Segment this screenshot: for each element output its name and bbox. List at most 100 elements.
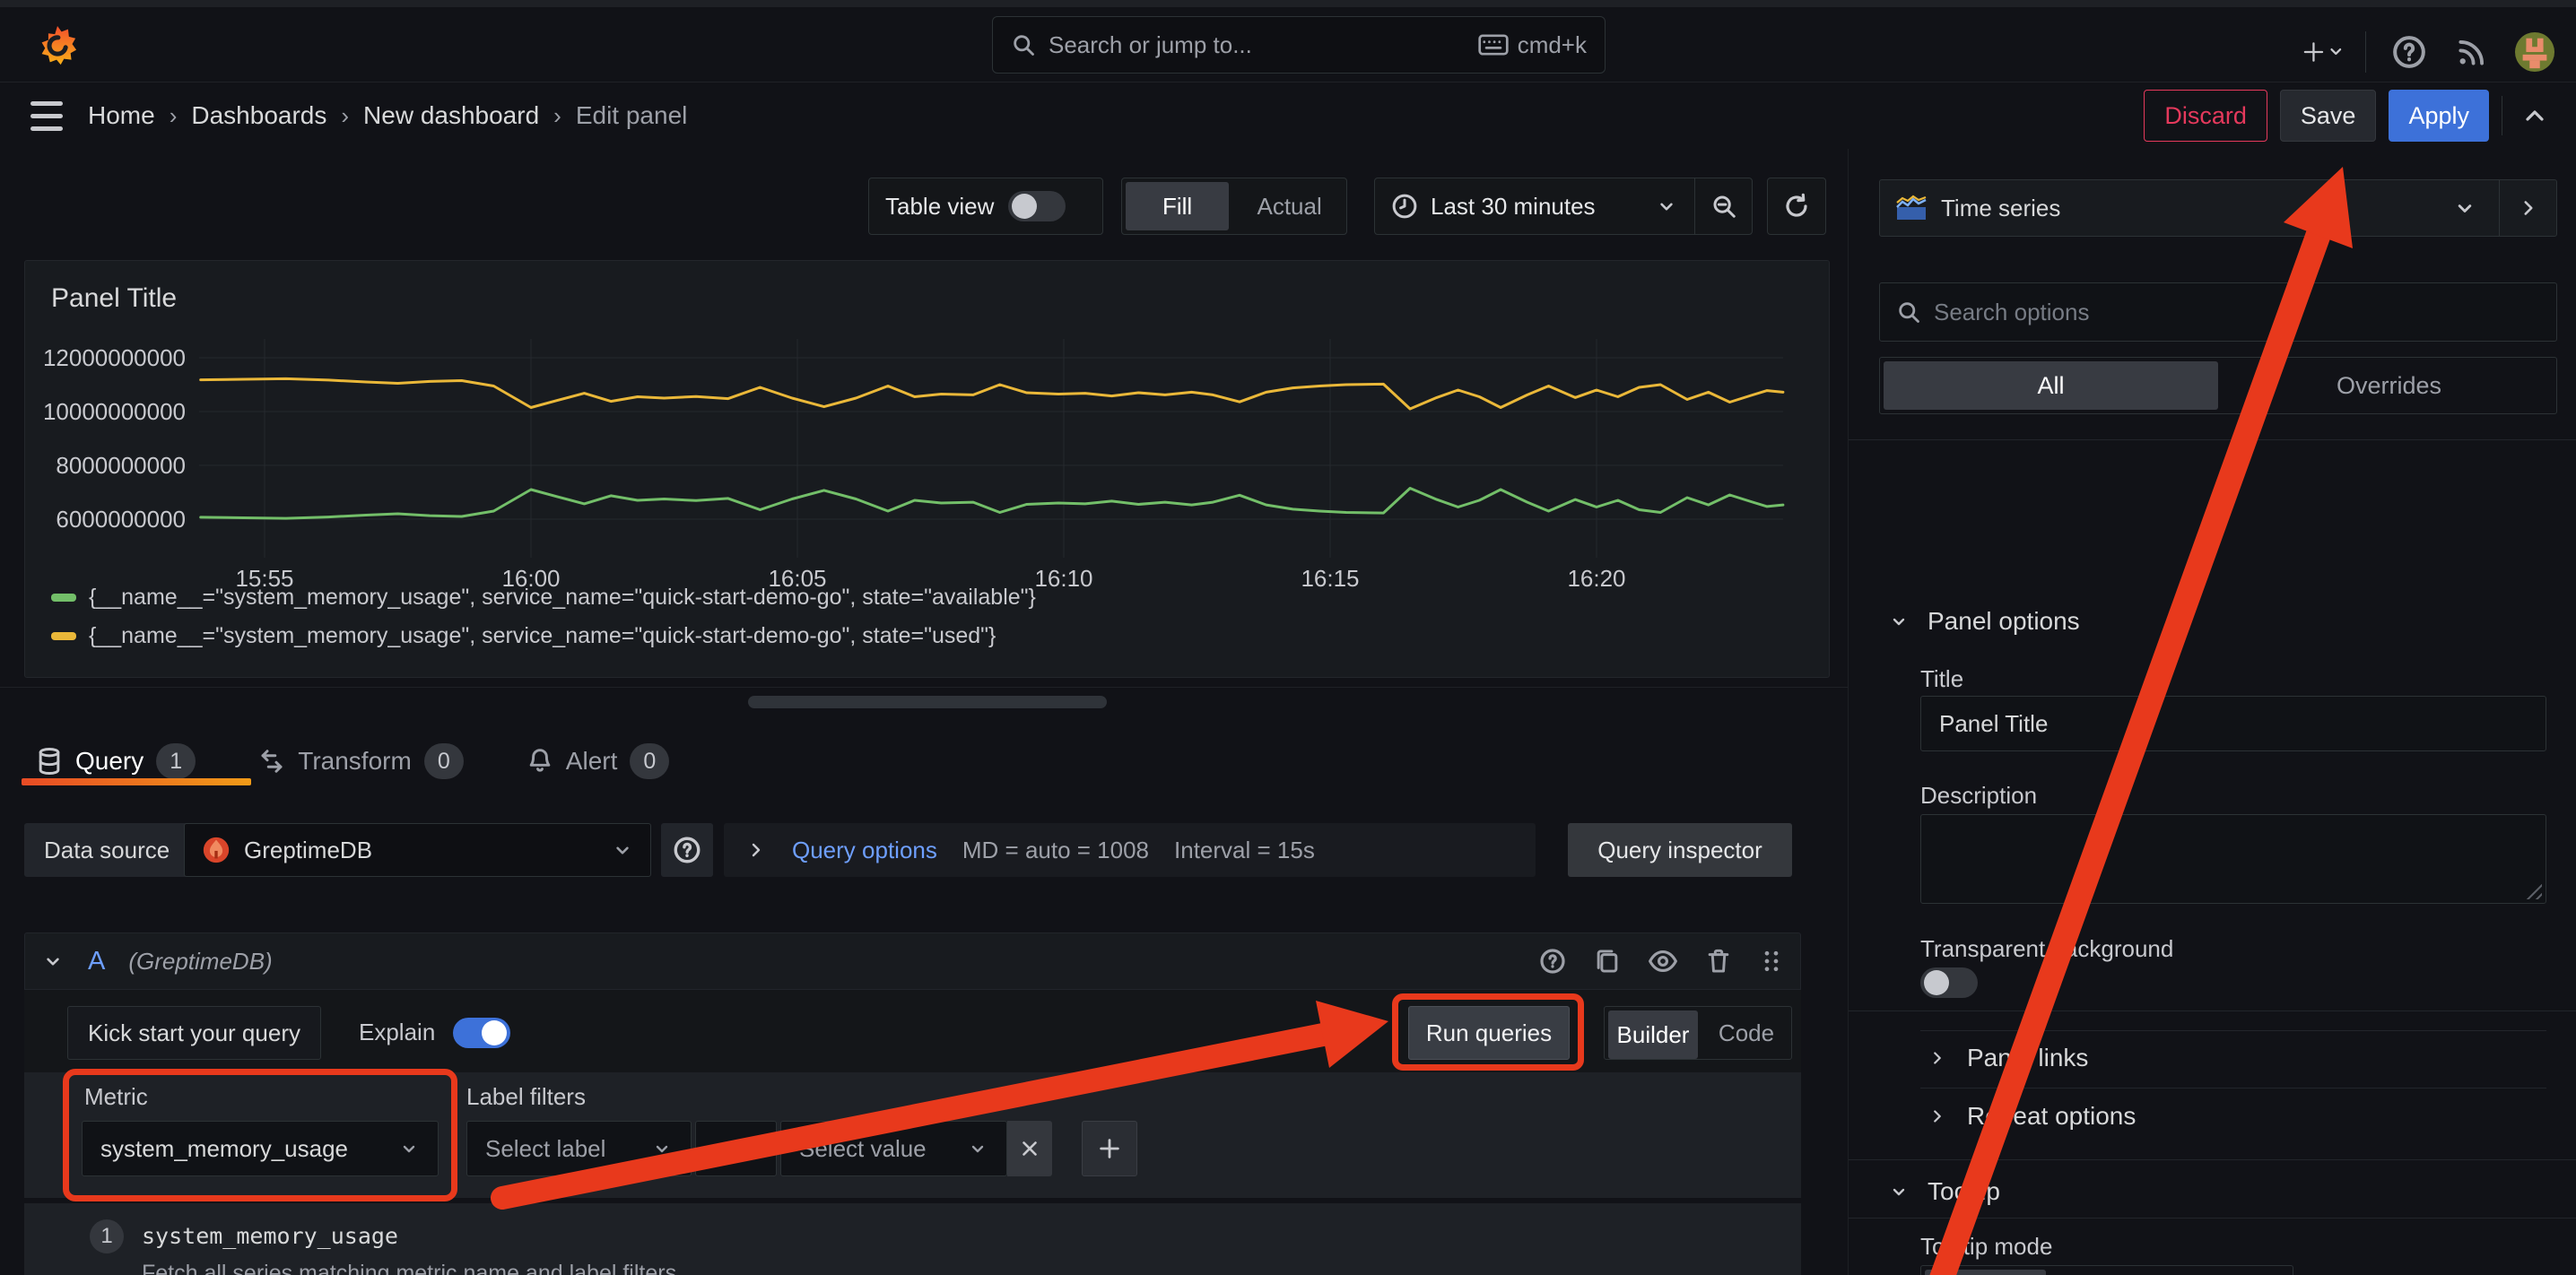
- svg-text:10000000000: 10000000000: [43, 398, 186, 425]
- remove-filter-button[interactable]: [1007, 1121, 1052, 1176]
- legend-item-available[interactable]: {__name__="system_memory_usage", service…: [51, 585, 1036, 611]
- query-options-link[interactable]: Query options: [792, 837, 937, 864]
- options-tabs: All Overrides: [1879, 357, 2557, 414]
- collapse-options-pane-button[interactable]: [2499, 180, 2556, 236]
- datasource-picker[interactable]: GreptimeDB: [184, 823, 651, 877]
- panel-options-sidebar: Time series Search options All Overrides…: [1848, 149, 2576, 1275]
- tab-alert[interactable]: Alert 0: [527, 733, 670, 789]
- drag-handle-icon[interactable]: [1759, 948, 1784, 975]
- query-inspector-button[interactable]: Query inspector: [1568, 823, 1792, 877]
- collapse-chevron-up-icon[interactable]: [2515, 96, 2554, 135]
- user-avatar[interactable]: [2515, 32, 2554, 72]
- query-row-header[interactable]: A (GreptimeDB): [24, 932, 1801, 990]
- editor-mode-switch: Builder Code: [1604, 1006, 1792, 1060]
- tooltip-section[interactable]: Tooltip: [1888, 1177, 2000, 1206]
- panel-description-textarea[interactable]: [1920, 814, 2546, 904]
- code-mode-option[interactable]: Code: [1701, 1007, 1791, 1059]
- apply-button[interactable]: Apply: [2389, 90, 2489, 142]
- title-label: Title: [1920, 665, 1963, 693]
- chevron-down-icon: [398, 1138, 420, 1159]
- explain-toggle[interactable]: [453, 1018, 510, 1048]
- refresh-button[interactable]: [1767, 178, 1826, 235]
- hide-response-eye-icon[interactable]: [1648, 948, 1678, 975]
- search-options-input[interactable]: Search options: [1879, 282, 2557, 342]
- grafana-logo-icon[interactable]: [38, 23, 77, 68]
- timeseries-viz-icon: [1896, 195, 1927, 221]
- panel-options-section[interactable]: Panel options: [1888, 607, 2080, 636]
- transform-count-badge: 0: [424, 743, 464, 779]
- discard-button[interactable]: Discard: [2144, 90, 2267, 142]
- table-view-label: Table view: [885, 193, 994, 221]
- remove-query-trash-icon[interactable]: [1705, 947, 1732, 976]
- inset-divider: [1920, 1088, 2546, 1089]
- textarea-resize-handle[interactable]: [2522, 880, 2542, 899]
- tab-all[interactable]: All: [1884, 361, 2218, 410]
- tab-transform[interactable]: Transform 0: [258, 733, 464, 789]
- nav-divider: [2365, 31, 2366, 73]
- metric-select[interactable]: system_memory_usage: [82, 1121, 439, 1176]
- alert-count-badge: 0: [630, 743, 669, 779]
- news-rss-icon[interactable]: [2452, 32, 2492, 72]
- add-filter-button[interactable]: [1082, 1121, 1137, 1176]
- query-refid: A: [88, 947, 105, 976]
- add-dropdown-button[interactable]: [2302, 32, 2342, 72]
- search-placeholder: Search or jump to...: [1049, 31, 1252, 59]
- inset-divider: [1920, 1030, 2546, 1031]
- tooltip-single-option[interactable]: Single: [1925, 1270, 2046, 1275]
- operator-dropdown[interactable]: =: [695, 1121, 777, 1176]
- close-icon: [1018, 1137, 1041, 1160]
- actual-option[interactable]: Actual: [1232, 178, 1346, 234]
- search-shortcut: cmd+k: [1478, 31, 1587, 59]
- grafana-edit-panel-screen: Search or jump to... cmd+k: [0, 0, 2576, 1275]
- explain-label: Explain: [359, 1019, 435, 1046]
- chevron-right-icon[interactable]: [745, 839, 767, 861]
- chevron-down-icon: [1655, 195, 1678, 218]
- chevron-right-icon: [1928, 1106, 1947, 1126]
- section-divider: [1849, 1218, 2576, 1219]
- time-range-button[interactable]: Last 30 minutes: [1375, 193, 1694, 221]
- fill-option[interactable]: Fill: [1126, 182, 1229, 230]
- table-view-toggle[interactable]: [1008, 191, 1066, 221]
- query-help-icon[interactable]: [1538, 947, 1567, 976]
- breadcrumb-home[interactable]: Home: [88, 101, 155, 130]
- zoom-out-time-button[interactable]: [1694, 178, 1752, 234]
- kick-start-query-button[interactable]: Kick start your query: [67, 1006, 321, 1060]
- breadcrumb-bar: Home › Dashboards › New dashboard › Edit…: [0, 82, 2576, 149]
- panel-title-input[interactable]: Panel Title: [1920, 696, 2546, 751]
- select-label-dropdown[interactable]: Select label: [466, 1121, 692, 1176]
- tooltip-hidden-option[interactable]: Hidden: [2171, 1266, 2293, 1275]
- collapse-chevron-icon[interactable]: [41, 950, 65, 973]
- breadcrumb-dashboards[interactable]: Dashboards: [191, 101, 326, 130]
- builder-mode-option[interactable]: Builder: [1608, 1010, 1698, 1059]
- select-value-dropdown[interactable]: Select value: [780, 1121, 1007, 1176]
- viz-chevron-down-icon[interactable]: [2431, 195, 2499, 221]
- duplicate-query-icon[interactable]: [1594, 947, 1621, 976]
- transparent-background-toggle[interactable]: [1920, 967, 1978, 998]
- section-divider: [1849, 1159, 2576, 1160]
- repeat-options-section[interactable]: Repeat options: [1928, 1102, 2136, 1131]
- breadcrumb-new-dashboard[interactable]: New dashboard: [363, 101, 539, 130]
- breadcrumb-current: Edit panel: [576, 101, 688, 130]
- chevron-down-icon: [1888, 1181, 1910, 1202]
- panel-links-section[interactable]: Panel links: [1928, 1044, 2088, 1072]
- chevron-down-icon: [1888, 611, 1910, 632]
- save-button[interactable]: Save: [2280, 90, 2377, 142]
- datasource-help-button[interactable]: [661, 823, 713, 877]
- query-count-badge: 1: [156, 743, 196, 779]
- pane-resize-handle[interactable]: [748, 696, 1107, 708]
- run-queries-button[interactable]: Run queries: [1408, 1006, 1570, 1060]
- svg-text:16:10: 16:10: [1034, 565, 1092, 592]
- svg-text:6000000000: 6000000000: [56, 506, 186, 533]
- menu-hamburger-icon[interactable]: [22, 91, 72, 141]
- tooltip-all-option[interactable]: All: [2049, 1266, 2171, 1275]
- display-mode-switch: Fill Actual: [1121, 178, 1347, 235]
- help-icon[interactable]: [2389, 32, 2429, 72]
- legend-item-used[interactable]: {__name__="system_memory_usage", service…: [51, 623, 1036, 649]
- time-range-picker: Last 30 minutes: [1374, 178, 1753, 235]
- global-search-input[interactable]: Search or jump to... cmd+k: [992, 16, 1606, 74]
- database-icon: [36, 747, 63, 776]
- visualization-picker[interactable]: Time series: [1879, 179, 2557, 237]
- interval-value: Interval = 15s: [1174, 837, 1315, 864]
- tab-overrides[interactable]: Overrides: [2222, 358, 2556, 413]
- step-metric-name: system_memory_usage: [142, 1223, 398, 1249]
